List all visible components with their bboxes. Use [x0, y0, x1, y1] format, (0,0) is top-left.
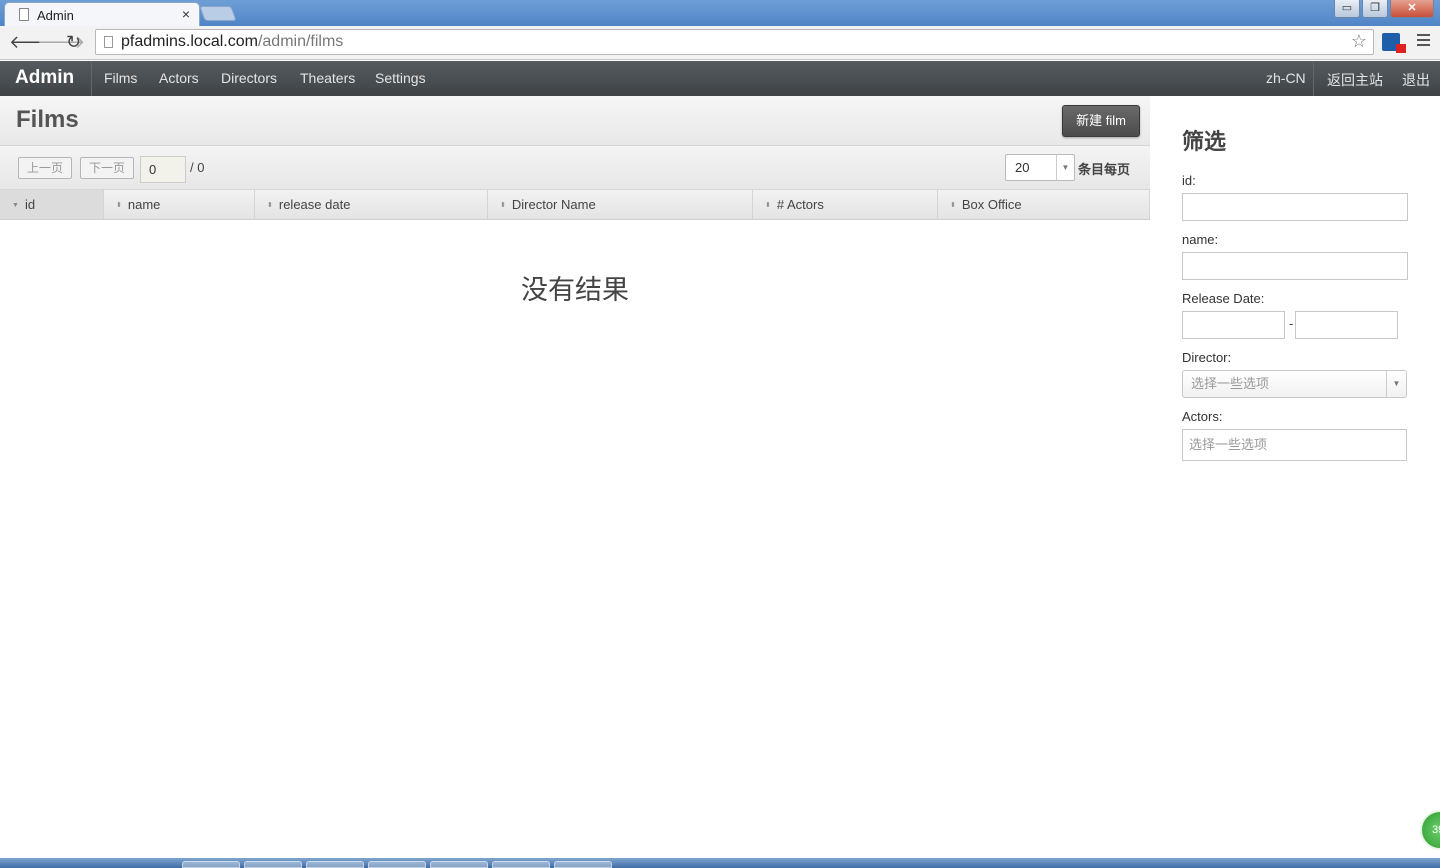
- page-title: Films: [16, 106, 79, 133]
- url-text: pfadmins.local.com/admin/films: [121, 33, 344, 50]
- filter-title: 筛选: [1182, 129, 1227, 154]
- extension-badge-icon: [1396, 44, 1406, 53]
- chevron-down-icon: ▼: [1056, 155, 1074, 180]
- per-page-label: 条目每页: [1078, 162, 1131, 177]
- column-header-director-name[interactable]: ⬍ Director Name: [488, 190, 753, 219]
- name-filter-input[interactable]: [1182, 252, 1408, 280]
- column-header-box-office[interactable]: ⬍ Box Office: [938, 190, 1150, 219]
- tab-title: Admin: [37, 8, 74, 23]
- maximize-button[interactable]: ❐: [1362, 0, 1388, 18]
- admin-navbar: Admin Films Actors Directors Theaters Se…: [0, 61, 1440, 96]
- release-date-to-input[interactable]: [1295, 311, 1398, 339]
- page-number-input[interactable]: 0: [140, 156, 186, 183]
- director-filter-select[interactable]: 选择一些选项 ▼: [1182, 370, 1407, 398]
- id-filter-label: id:: [1182, 173, 1196, 188]
- brand-logo[interactable]: Admin: [15, 67, 74, 89]
- actors-placeholder: 选择一些选项: [1189, 437, 1268, 452]
- column-header-name[interactable]: ⬍ name: [104, 190, 255, 219]
- id-filter-input[interactable]: [1182, 193, 1408, 221]
- browser-tab[interactable]: Admin ×: [4, 2, 200, 26]
- browser-titlebar: Admin × ▭ ❐ ✕: [0, 0, 1440, 26]
- new-film-button[interactable]: 新建 film: [1062, 105, 1140, 137]
- next-page-button[interactable]: 下一页: [80, 157, 135, 179]
- taskbar-item[interactable]: [182, 861, 240, 868]
- table-header: ▼ id ⬍ name ⬍ release date ⬍ Director Name ⬍…: [0, 190, 1150, 220]
- name-filter-label: name:: [1182, 232, 1219, 247]
- locale-switch[interactable]: zh-CN: [1266, 70, 1306, 86]
- taskbar-item[interactable]: [554, 861, 612, 868]
- nav-item-films[interactable]: Films: [104, 70, 137, 86]
- window-controls: ▭ ❐ ✕: [1334, 0, 1434, 18]
- bookmark-star-icon[interactable]: ☆: [1351, 31, 1367, 52]
- page-icon: [104, 36, 113, 48]
- notification-badge[interactable]: 39: [1420, 810, 1440, 850]
- taskbar-item[interactable]: [430, 861, 488, 868]
- sort-icon: ⬍: [116, 202, 122, 210]
- nav-item-theaters[interactable]: Theaters: [300, 70, 355, 86]
- nav-divider: [91, 61, 92, 96]
- minimize-button[interactable]: ▭: [1334, 0, 1360, 18]
- taskbar-item[interactable]: [492, 861, 550, 868]
- new-tab-button[interactable]: [199, 6, 237, 21]
- taskbar-item[interactable]: [368, 861, 426, 868]
- back-to-site-link[interactable]: 返回主站: [1327, 70, 1383, 90]
- browser-toolbar: 🡐 🡒 ↻ pfadmins.local.com/admin/films ☆: [0, 26, 1440, 60]
- director-filter-label: Director:: [1182, 350, 1232, 365]
- logout-link[interactable]: 退出: [1402, 70, 1430, 90]
- prev-page-button[interactable]: 上一页: [18, 157, 73, 179]
- address-bar[interactable]: pfadmins.local.com/admin/films ☆: [95, 29, 1374, 55]
- page-icon: [19, 8, 29, 21]
- sort-icon: ⬍: [267, 202, 273, 210]
- page-header: Films 新建 film: [0, 96, 1150, 146]
- sort-icon: ⬍: [765, 202, 771, 210]
- taskbar-item[interactable]: [306, 861, 364, 868]
- release-date-filter-label: Release Date:: [1182, 291, 1265, 306]
- per-page-value: 20: [1015, 160, 1030, 175]
- main-panel: Films 新建 film 上一页 下一页 0 / 0 20 ▼ 条目每页 ▼ i…: [0, 96, 1150, 305]
- nav-item-actors[interactable]: Actors: [159, 70, 199, 86]
- nav-item-settings[interactable]: Settings: [375, 70, 426, 86]
- nav-item-directors[interactable]: Directors: [221, 70, 277, 86]
- reload-icon[interactable]: ↻: [66, 32, 81, 53]
- menu-icon[interactable]: [1417, 34, 1430, 49]
- empty-results-message: 没有结果: [521, 275, 629, 305]
- actors-filter-label: Actors:: [1182, 409, 1223, 424]
- sort-icon: ⬍: [500, 202, 506, 210]
- actors-filter-multiselect[interactable]: 选择一些选项: [1182, 429, 1407, 461]
- taskbar-item[interactable]: [244, 861, 302, 868]
- close-window-button[interactable]: ✕: [1390, 0, 1434, 18]
- director-placeholder: 选择一些选项: [1191, 376, 1270, 391]
- per-page-select[interactable]: 20 ▼: [1005, 154, 1075, 181]
- column-header-release-date[interactable]: ⬍ release date: [255, 190, 488, 219]
- column-header-id[interactable]: ▼ id: [0, 190, 104, 219]
- pagination-bar: 上一页 下一页 0 / 0 20 ▼ 条目每页: [0, 146, 1150, 190]
- column-header-actors-count[interactable]: ⬍ # Actors: [753, 190, 938, 219]
- sort-desc-icon: ▼: [12, 202, 19, 210]
- page-total: / 0: [190, 160, 205, 175]
- release-date-from-input[interactable]: [1182, 311, 1285, 339]
- nav-divider: [1313, 61, 1314, 96]
- date-range-separator: -: [1289, 316, 1294, 331]
- chevron-down-icon: ▼: [1386, 371, 1406, 397]
- sort-icon: ⬍: [950, 202, 956, 210]
- close-tab-icon[interactable]: ×: [182, 6, 190, 22]
